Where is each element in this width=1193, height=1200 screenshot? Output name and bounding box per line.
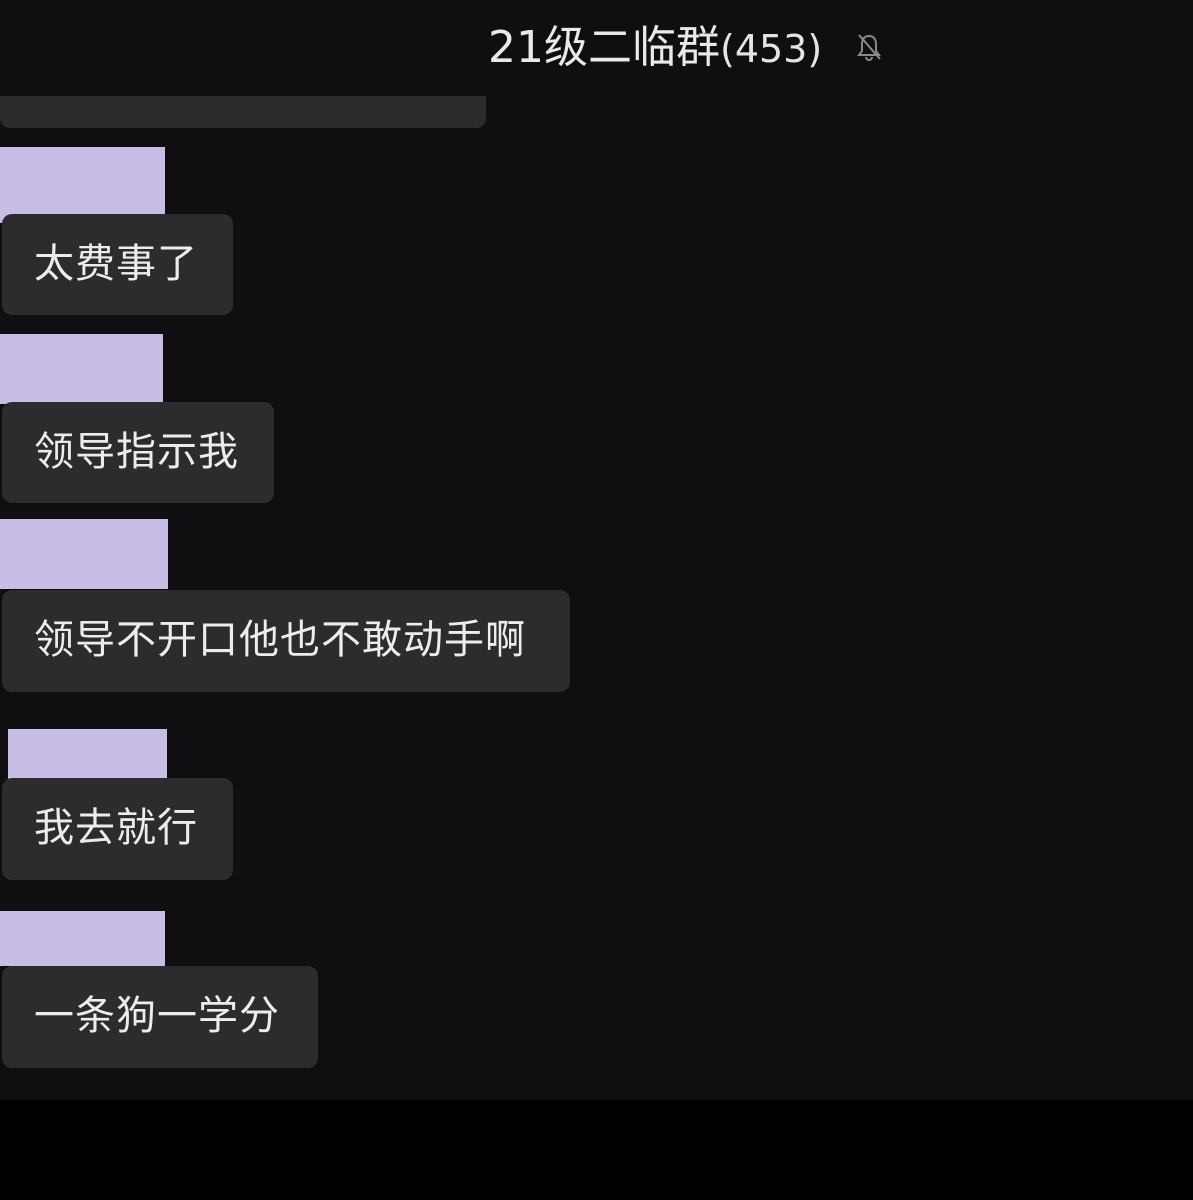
chat-screen: 21级二临群(453) 太费事了 领导指示我 领导不开口他也不敢动手啊 我去就行…: [0, 0, 1193, 1100]
chat-header: 21级二临群(453): [0, 18, 1193, 78]
bottom-black-bar: [0, 1100, 1193, 1200]
sender-name-redacted: [0, 911, 165, 966]
sender-name-redacted: [0, 519, 168, 589]
message-text: 领导不开口他也不敢动手啊: [34, 617, 526, 663]
sender-name-redacted: [0, 147, 165, 223]
message-bubble[interactable]: 太费事了: [2, 214, 233, 315]
previous-message-bubble[interactable]: [0, 96, 486, 128]
sender-name-redacted: [8, 729, 167, 781]
message-text: 我去就行: [34, 805, 198, 851]
group-title[interactable]: 21级二临群(453): [488, 18, 822, 79]
message-text: 太费事了: [34, 241, 198, 287]
sender-name-redacted: [0, 334, 163, 404]
bell-slash-icon: [856, 32, 882, 62]
group-name: 21级二临群: [488, 22, 720, 73]
message-text: 一条狗一学分: [34, 993, 280, 1039]
message-bubble[interactable]: 一条狗一学分: [2, 966, 318, 1068]
message-bubble[interactable]: 领导不开口他也不敢动手啊: [2, 590, 570, 692]
message-bubble[interactable]: 我去就行: [2, 778, 233, 880]
member-count: (453): [720, 27, 823, 71]
message-bubble[interactable]: 领导指示我: [2, 402, 274, 503]
message-text: 领导指示我: [34, 429, 239, 475]
